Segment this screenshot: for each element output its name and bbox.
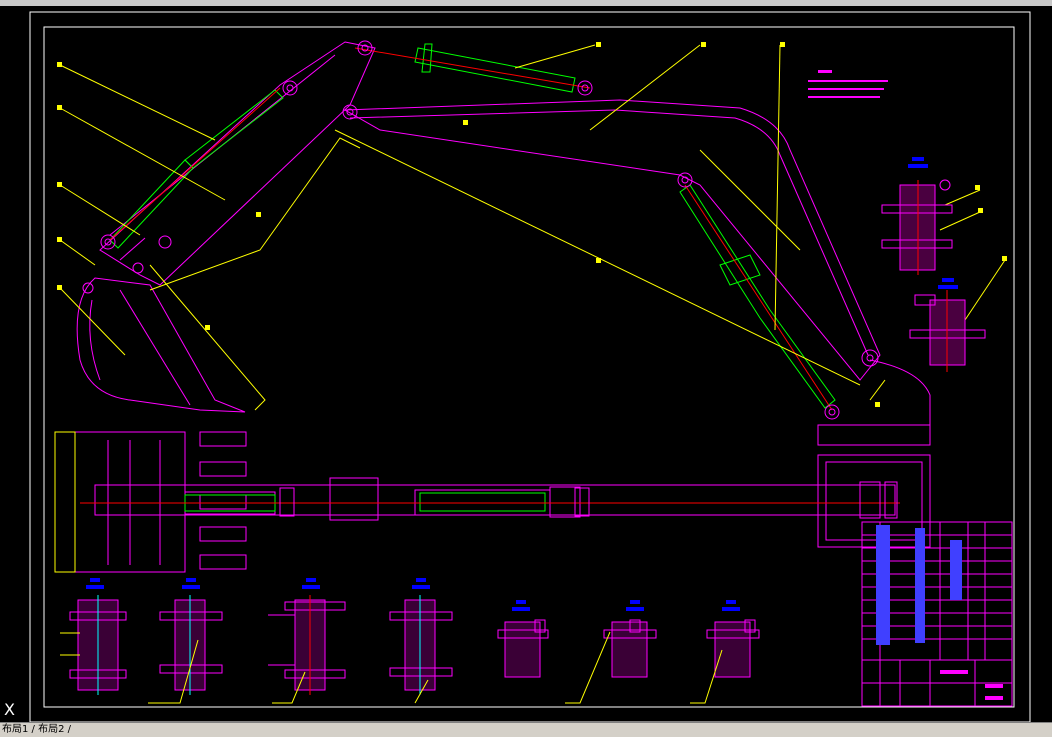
cad-drawing <box>29 11 1031 723</box>
pin-detail-5 <box>497 619 549 678</box>
pin-detail-4 <box>389 595 453 695</box>
section-detail-b <box>909 290 986 372</box>
parts-list-text <box>876 525 962 645</box>
layout-tab-bar: 布局1 / 布局2 / <box>0 722 1052 737</box>
ucs-axis-icon: X <box>4 700 15 719</box>
technical-notes <box>808 70 888 98</box>
plan-view-pins <box>279 481 898 519</box>
plan-view-cylinders <box>184 492 546 512</box>
pin-detail-7 <box>706 619 760 678</box>
pin-detail-3 <box>268 595 346 695</box>
plan-view <box>74 431 931 573</box>
section-detail-a <box>881 179 953 275</box>
stick-outline <box>99 41 376 286</box>
title-block-text <box>940 670 1003 700</box>
boom-outline <box>343 99 931 446</box>
pin-details <box>69 595 760 695</box>
pin-joints <box>82 40 879 420</box>
bucket-outline <box>76 277 246 413</box>
layout-tabs[interactable]: 布局1 / 布局2 / <box>2 723 71 737</box>
plan-view-bracket <box>54 431 76 573</box>
leader-lines <box>59 44 1006 411</box>
pin-detail-1 <box>69 595 127 695</box>
centerlines <box>109 47 833 411</box>
pin-detail-6 <box>603 619 657 678</box>
cylinders <box>109 43 836 409</box>
drawing-canvas[interactable]: X <box>0 6 1052 723</box>
pin-detail-2 <box>159 595 223 695</box>
